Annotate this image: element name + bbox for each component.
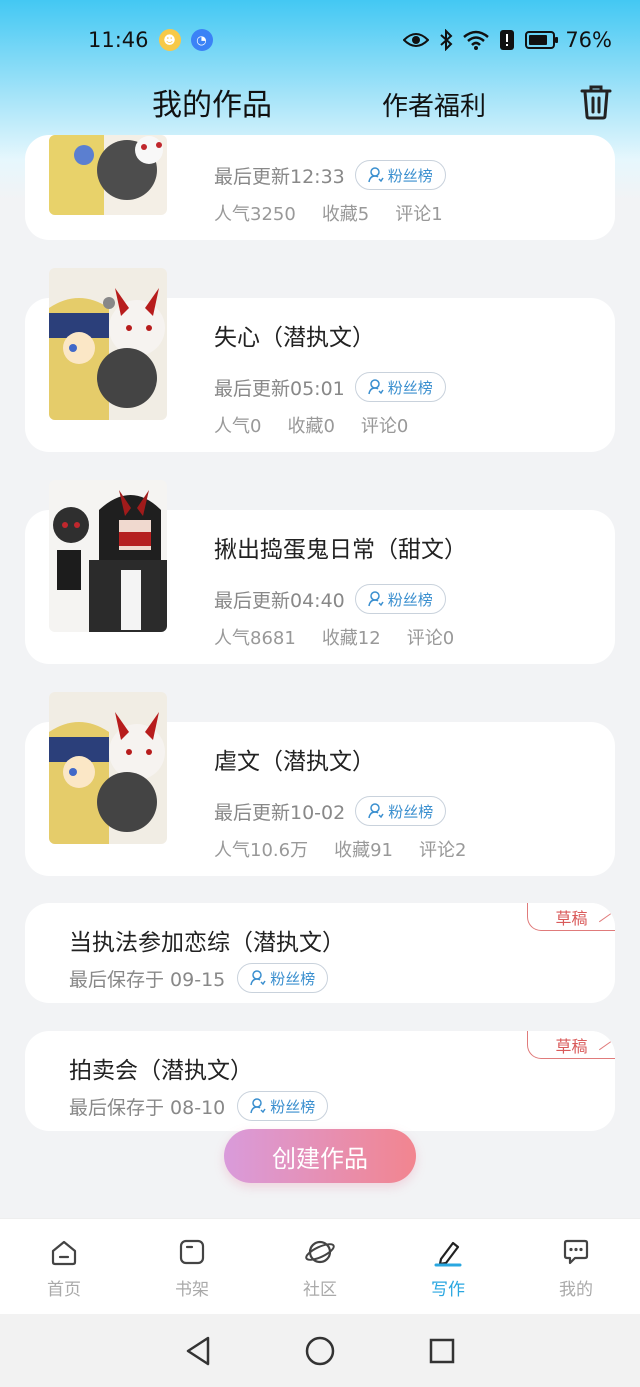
work-title: 失心（潜执文）: [214, 325, 375, 351]
work-meta: 最后更新12:33 粉丝榜: [214, 160, 446, 190]
alert-icon: [500, 30, 515, 50]
fan-rank-label: 粉丝榜: [270, 969, 316, 988]
bookshelf-icon: [179, 1239, 205, 1265]
stat-comments: 评论0: [360, 416, 409, 437]
home-icon: [51, 1240, 77, 1266]
work-cover-image: [49, 480, 167, 632]
stat-comments: 评论0: [406, 628, 455, 649]
draft-title: 当执法参加恋综（潜执文）: [69, 930, 345, 956]
stat-comments: 评论2: [418, 840, 467, 861]
bluetooth-icon: [440, 29, 453, 51]
work-meta: 最后更新05:01 粉丝榜: [214, 372, 446, 402]
nav-item-community[interactable]: 社区: [256, 1219, 384, 1314]
tab-my-works[interactable]: 我的作品: [152, 80, 272, 124]
work-meta: 最后更新04:40 粉丝榜: [214, 584, 446, 614]
nav-label-community: 社区: [303, 1280, 337, 1300]
fan-rank-button[interactable]: 粉丝榜: [354, 584, 446, 614]
stat-favorites: 收藏12: [321, 628, 381, 649]
tab-author-welfare[interactable]: 作者福利: [382, 86, 486, 123]
nav-item-writing[interactable]: 写作: [384, 1219, 512, 1314]
eye-icon: [403, 33, 430, 47]
status-bar: 11:46 ☻ ◔ 76%: [0, 0, 640, 80]
wifi-icon: [463, 30, 490, 50]
nav-item-mine[interactable]: 我的: [512, 1219, 640, 1314]
stat-comments: 评论1: [395, 204, 443, 225]
user-icon: [250, 970, 266, 986]
stat-popularity: 人气10.6万: [214, 840, 309, 861]
work-updated: 最后更新10-02: [214, 801, 346, 824]
nav-item-home[interactable]: 首页: [0, 1219, 128, 1314]
work-updated: 最后更新12:33: [214, 165, 345, 188]
draft-meta: 最后保存于 08-10 粉丝榜: [69, 1091, 329, 1121]
draft-saved: 最后保存于 08-10: [69, 1096, 226, 1119]
fan-rank-label: 粉丝榜: [270, 1097, 316, 1116]
nav-label-writing: 写作: [431, 1280, 465, 1300]
stat-popularity: 人气3250: [214, 204, 296, 225]
home-circle-icon[interactable]: [304, 1335, 336, 1367]
work-cover-image: [49, 135, 167, 215]
draft-card[interactable]: 草稿 当执法参加恋综（潜执文） 最后保存于 09-15 粉丝榜: [25, 903, 615, 1003]
user-icon: [250, 1098, 266, 1114]
pen-icon: [434, 1241, 462, 1267]
header: 我的作品 作者福利: [0, 80, 640, 140]
fan-rank-button[interactable]: 粉丝榜: [354, 372, 446, 402]
work-cover-image: [49, 692, 167, 844]
draft-meta: 最后保存于 09-15 粉丝榜: [69, 963, 329, 993]
battery-percent: 76%: [565, 28, 612, 52]
stat-favorites: 收藏5: [321, 204, 370, 225]
nav-label-mine: 我的: [559, 1280, 593, 1300]
system-navigation-bar: [0, 1314, 640, 1387]
user-icon: [368, 591, 384, 607]
fan-rank-label: 粉丝榜: [387, 378, 433, 397]
fan-rank-button[interactable]: 粉丝榜: [237, 1091, 329, 1121]
nav-item-bookshelf[interactable]: 书架: [128, 1219, 256, 1314]
work-meta: 最后更新10-02 粉丝榜: [214, 796, 447, 826]
work-stats: 人气3250 收藏5 评论1: [214, 200, 443, 226]
bottom-nav: 首页 书架 社区 写作 我的: [0, 1218, 640, 1314]
nav-label-home: 首页: [47, 1280, 81, 1300]
stat-popularity: 人气8681: [214, 628, 296, 649]
work-updated: 最后更新04:40: [214, 589, 345, 612]
stat-popularity: 人气0: [214, 416, 262, 437]
browser-app-icon: ◔: [190, 29, 213, 51]
work-stats: 人气10.6万 收藏91 评论2: [214, 836, 466, 862]
status-time: 11:46: [88, 28, 149, 52]
fan-rank-button[interactable]: 粉丝榜: [355, 796, 447, 826]
fan-rank-button[interactable]: 粉丝榜: [237, 963, 329, 993]
work-stats: 人气0 收藏0 评论0: [214, 412, 408, 438]
user-icon: [368, 379, 384, 395]
stat-favorites: 收藏91: [334, 840, 393, 861]
battery-icon: [525, 31, 559, 49]
chat-icon: [563, 1239, 589, 1265]
work-title: 揪出捣蛋鬼日常（甜文）: [214, 537, 467, 563]
user-icon: [368, 803, 384, 819]
create-work-button[interactable]: 创建作品: [224, 1129, 416, 1183]
work-cover-image: [49, 268, 167, 420]
draft-saved: 最后保存于 09-15: [69, 968, 226, 991]
recent-apps-icon[interactable]: [428, 1337, 456, 1365]
user-icon: [368, 167, 384, 183]
fan-rank-label: 粉丝榜: [388, 802, 434, 821]
draft-tag: 草稿: [527, 1031, 615, 1059]
fan-rank-label: 粉丝榜: [387, 166, 433, 185]
work-updated: 最后更新05:01: [214, 377, 345, 400]
trash-icon: [580, 85, 612, 120]
delete-button[interactable]: [578, 82, 614, 122]
nav-label-bookshelf: 书架: [175, 1280, 209, 1300]
work-title: 虐文（潜执文）: [214, 749, 375, 775]
stat-favorites: 收藏0: [287, 416, 335, 437]
draft-card[interactable]: 草稿 拍卖会（潜执文） 最后保存于 08-10 粉丝榜: [25, 1031, 615, 1131]
draft-tag: 草稿: [527, 903, 615, 931]
draft-title: 拍卖会（潜执文）: [69, 1058, 253, 1084]
back-icon[interactable]: [184, 1335, 212, 1367]
notification-app-icon: ☻: [158, 29, 181, 51]
planet-icon: [305, 1240, 335, 1264]
fan-rank-button[interactable]: 粉丝榜: [354, 160, 446, 190]
work-stats: 人气8681 收藏12 评论0: [214, 624, 454, 650]
fan-rank-label: 粉丝榜: [387, 590, 433, 609]
